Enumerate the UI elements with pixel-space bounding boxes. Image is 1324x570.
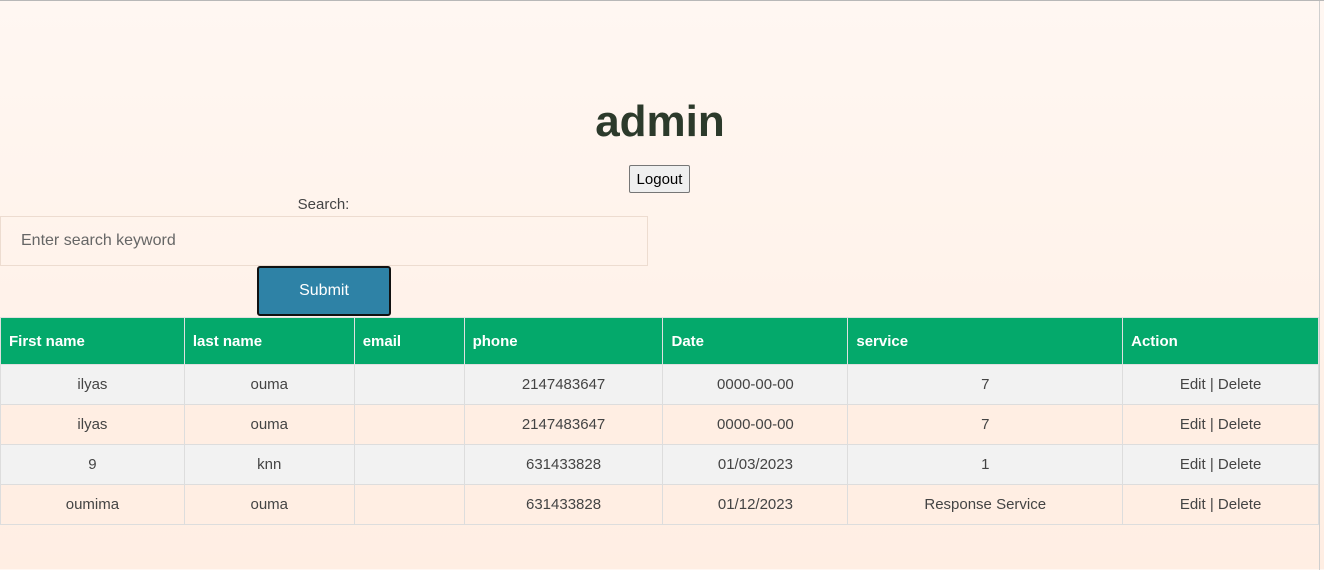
column-header-phone: phone xyxy=(463,317,664,365)
cell-first-name: ilyas xyxy=(0,364,185,405)
cell-email xyxy=(353,404,465,445)
delete-link[interactable]: Delete xyxy=(1218,416,1261,433)
action-separator: | xyxy=(1209,376,1214,393)
cell-phone: 2147483647 xyxy=(463,364,664,405)
action-separator: | xyxy=(1209,456,1214,473)
cell-action: Edit | Delete xyxy=(1122,364,1319,405)
cell-service: 7 xyxy=(847,364,1124,405)
records-table: First name last name email phone Date se… xyxy=(0,317,1319,525)
cell-phone: 631433828 xyxy=(463,444,664,485)
edit-link[interactable]: Edit xyxy=(1180,416,1206,433)
cell-first-name: ilyas xyxy=(0,404,185,445)
cell-date: 0000-00-00 xyxy=(662,404,849,445)
delete-link[interactable]: Delete xyxy=(1218,496,1261,513)
cell-first-name: 9 xyxy=(0,444,185,485)
column-header-action: Action xyxy=(1122,317,1319,365)
action-separator: | xyxy=(1209,496,1214,513)
cell-phone: 631433828 xyxy=(463,484,664,525)
cell-date: 0000-00-00 xyxy=(662,364,849,405)
edit-link[interactable]: Edit xyxy=(1180,456,1206,473)
cell-last-name: knn xyxy=(183,444,355,485)
table-row: 9 knn 631433828 01/03/2023 1 Edit | Dele… xyxy=(0,444,1319,485)
action-separator: | xyxy=(1209,416,1214,433)
cell-date: 01/12/2023 xyxy=(662,484,849,525)
cell-last-name: ouma xyxy=(183,364,355,405)
search-input[interactable] xyxy=(0,216,648,266)
delete-link[interactable]: Delete xyxy=(1218,376,1261,393)
cell-action: Edit | Delete xyxy=(1122,484,1319,525)
column-header-date: Date xyxy=(662,317,849,365)
cell-date: 01/03/2023 xyxy=(662,444,849,485)
delete-link[interactable]: Delete xyxy=(1218,456,1261,473)
cell-email xyxy=(353,364,465,405)
column-header-last-name: last name xyxy=(183,317,355,365)
cell-action: Edit | Delete xyxy=(1122,404,1319,445)
table-row: oumima ouma 631433828 01/12/2023 Respons… xyxy=(0,484,1319,525)
cell-service: Response Service xyxy=(847,484,1124,525)
table-row: ilyas ouma 2147483647 0000-00-00 7 Edit … xyxy=(0,364,1319,405)
cell-service: 7 xyxy=(847,404,1124,445)
edit-link[interactable]: Edit xyxy=(1180,496,1206,513)
cell-email xyxy=(353,484,465,525)
viewport-edge xyxy=(1319,1,1320,570)
cell-phone: 2147483647 xyxy=(463,404,664,445)
edit-link[interactable]: Edit xyxy=(1180,376,1206,393)
column-header-first-name: First name xyxy=(0,317,185,365)
cell-action: Edit | Delete xyxy=(1122,444,1319,485)
logout-button[interactable]: Logout xyxy=(629,165,690,193)
table-row: ilyas ouma 2147483647 0000-00-00 7 Edit … xyxy=(0,404,1319,445)
search-label: Search: xyxy=(297,196,350,213)
column-header-service: service xyxy=(847,317,1124,365)
column-header-email: email xyxy=(353,317,465,365)
cell-last-name: ouma xyxy=(183,404,355,445)
submit-button[interactable]: Submit xyxy=(257,266,391,316)
cell-last-name: ouma xyxy=(183,484,355,525)
table-header-row: First name last name email phone Date se… xyxy=(0,317,1319,365)
cell-service: 1 xyxy=(847,444,1124,485)
page-title: admin xyxy=(595,97,725,146)
cell-first-name: oumima xyxy=(0,484,185,525)
cell-email xyxy=(353,444,465,485)
